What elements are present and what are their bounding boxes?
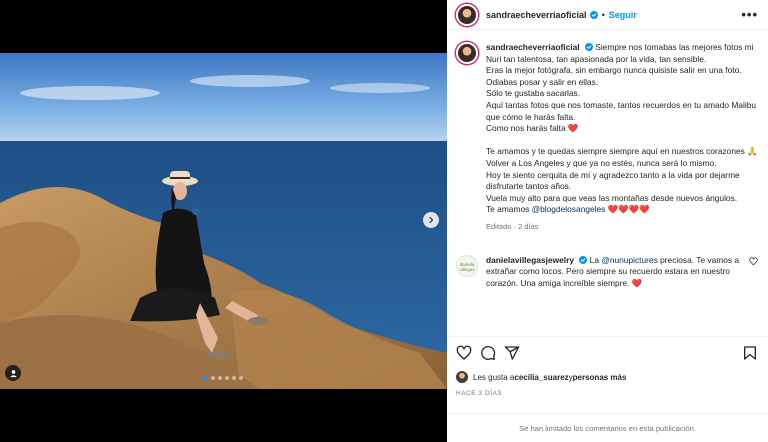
caption-line: Vuela muy alto para que veas las montaña…	[486, 192, 738, 203]
liker-avatar[interactable]	[456, 371, 468, 383]
caption-line: Volver a Los Angeles y que ya no estés, …	[486, 157, 717, 168]
share-icon[interactable]	[504, 345, 520, 361]
carousel-dot	[225, 376, 229, 380]
carousel-dot	[218, 376, 222, 380]
comment-icon[interactable]	[480, 345, 496, 361]
carousel-indicator	[204, 376, 243, 380]
post-side-panel: sandraecheverriaoficial • Seguir ••• san…	[447, 0, 768, 442]
caption-line: Hoy te siento cerquita de mí y agradezco…	[486, 169, 740, 192]
comment-body: danielavillegasjewelry La @nunupictures …	[486, 255, 743, 290]
more-options-button[interactable]: •••	[741, 8, 758, 21]
comment-mention-link[interactable]: @nunupictures	[601, 255, 657, 265]
caption-text: Te amamos	[486, 204, 532, 215]
post-actions: Les gusta a cecilia_suarez y personas má…	[447, 336, 768, 397]
likes-summary: Les gusta a cecilia_suarez y personas má…	[456, 371, 758, 383]
post-date[interactable]: HACE 3 DÍAS	[456, 390, 758, 397]
comments-limited-notice: Se han limitado los comentarios en esta …	[447, 413, 768, 442]
caption-last-line: Te amamos @blogdelosangeles ❤️❤️❤️❤️	[486, 204, 758, 216]
caption-username[interactable]: sandraecheverriaoficial	[486, 42, 580, 52]
caption-line: Odiabas posar y salir en ellas.	[486, 76, 599, 87]
likes-prefix: Les gusta a	[473, 372, 515, 382]
action-bar	[456, 344, 758, 362]
user-tag-icon	[9, 369, 17, 377]
carousel-next-button[interactable]	[423, 212, 439, 228]
header-separator: •	[601, 9, 605, 20]
post-photo[interactable]	[0, 53, 447, 389]
verified-badge-icon	[584, 43, 593, 51]
author-avatar[interactable]	[456, 3, 478, 26]
caption-body: sandraecheverriaoficial Siempre nos toma…	[486, 42, 758, 233]
caption-line: Sólo te gustaba sacarlas.	[486, 88, 581, 99]
media-column	[0, 0, 447, 442]
comment: daniela villegas danielavillegasjewelry …	[456, 254, 758, 290]
caption-avatar[interactable]	[456, 42, 478, 64]
comment-text-part: La	[587, 254, 602, 265]
likes-others-link[interactable]: personas más	[573, 373, 627, 382]
carousel-dot	[239, 376, 243, 380]
carousel-dot	[204, 376, 208, 380]
caption-meta: Editado · 2 días	[486, 221, 539, 231]
heart-outline-icon[interactable]	[456, 345, 472, 361]
verified-badge-icon	[589, 10, 598, 19]
caption-line: Aquí tantas fotos que nos tomaste, tanto…	[486, 99, 757, 122]
commenter-avatar[interactable]: daniela villegas	[456, 254, 478, 277]
carousel-dot	[211, 376, 215, 380]
author-username[interactable]: sandraecheverriaoficial	[486, 10, 587, 20]
heart-outline-icon[interactable]	[749, 256, 758, 266]
photo-scene	[0, 53, 447, 389]
liker-username[interactable]: cecilia_suarez	[514, 373, 568, 382]
comment-text: danielavillegasjewelry La @nunupictures …	[486, 255, 743, 290]
caption: sandraecheverriaoficial Siempre nos toma…	[456, 42, 758, 233]
bookmark-icon[interactable]	[742, 345, 758, 361]
caption-line: Como nos harás falta ❤️	[486, 123, 579, 134]
commenter-username[interactable]: danielavillegasjewelry	[486, 255, 574, 265]
caption-hearts: ❤️❤️❤️❤️	[605, 204, 650, 215]
post-header: sandraecheverriaoficial • Seguir •••	[447, 0, 768, 30]
carousel-dot	[232, 376, 236, 380]
user-tag-button[interactable]	[5, 365, 21, 381]
caption-line: Te amamos y te quedas siempre siempre aq…	[486, 146, 758, 157]
caption-first-line: sandraecheverriaoficial Siempre nos toma…	[486, 42, 758, 65]
follow-button[interactable]: Seguir	[609, 10, 637, 20]
comments-section: sandraecheverriaoficial Siempre nos toma…	[447, 30, 768, 336]
caption-mention-link[interactable]: @blogdelosangeles	[532, 204, 606, 214]
caption-line: Eras la mejor fotógrafa, sin embargo nun…	[486, 65, 742, 76]
chevron-right-icon	[429, 216, 434, 224]
